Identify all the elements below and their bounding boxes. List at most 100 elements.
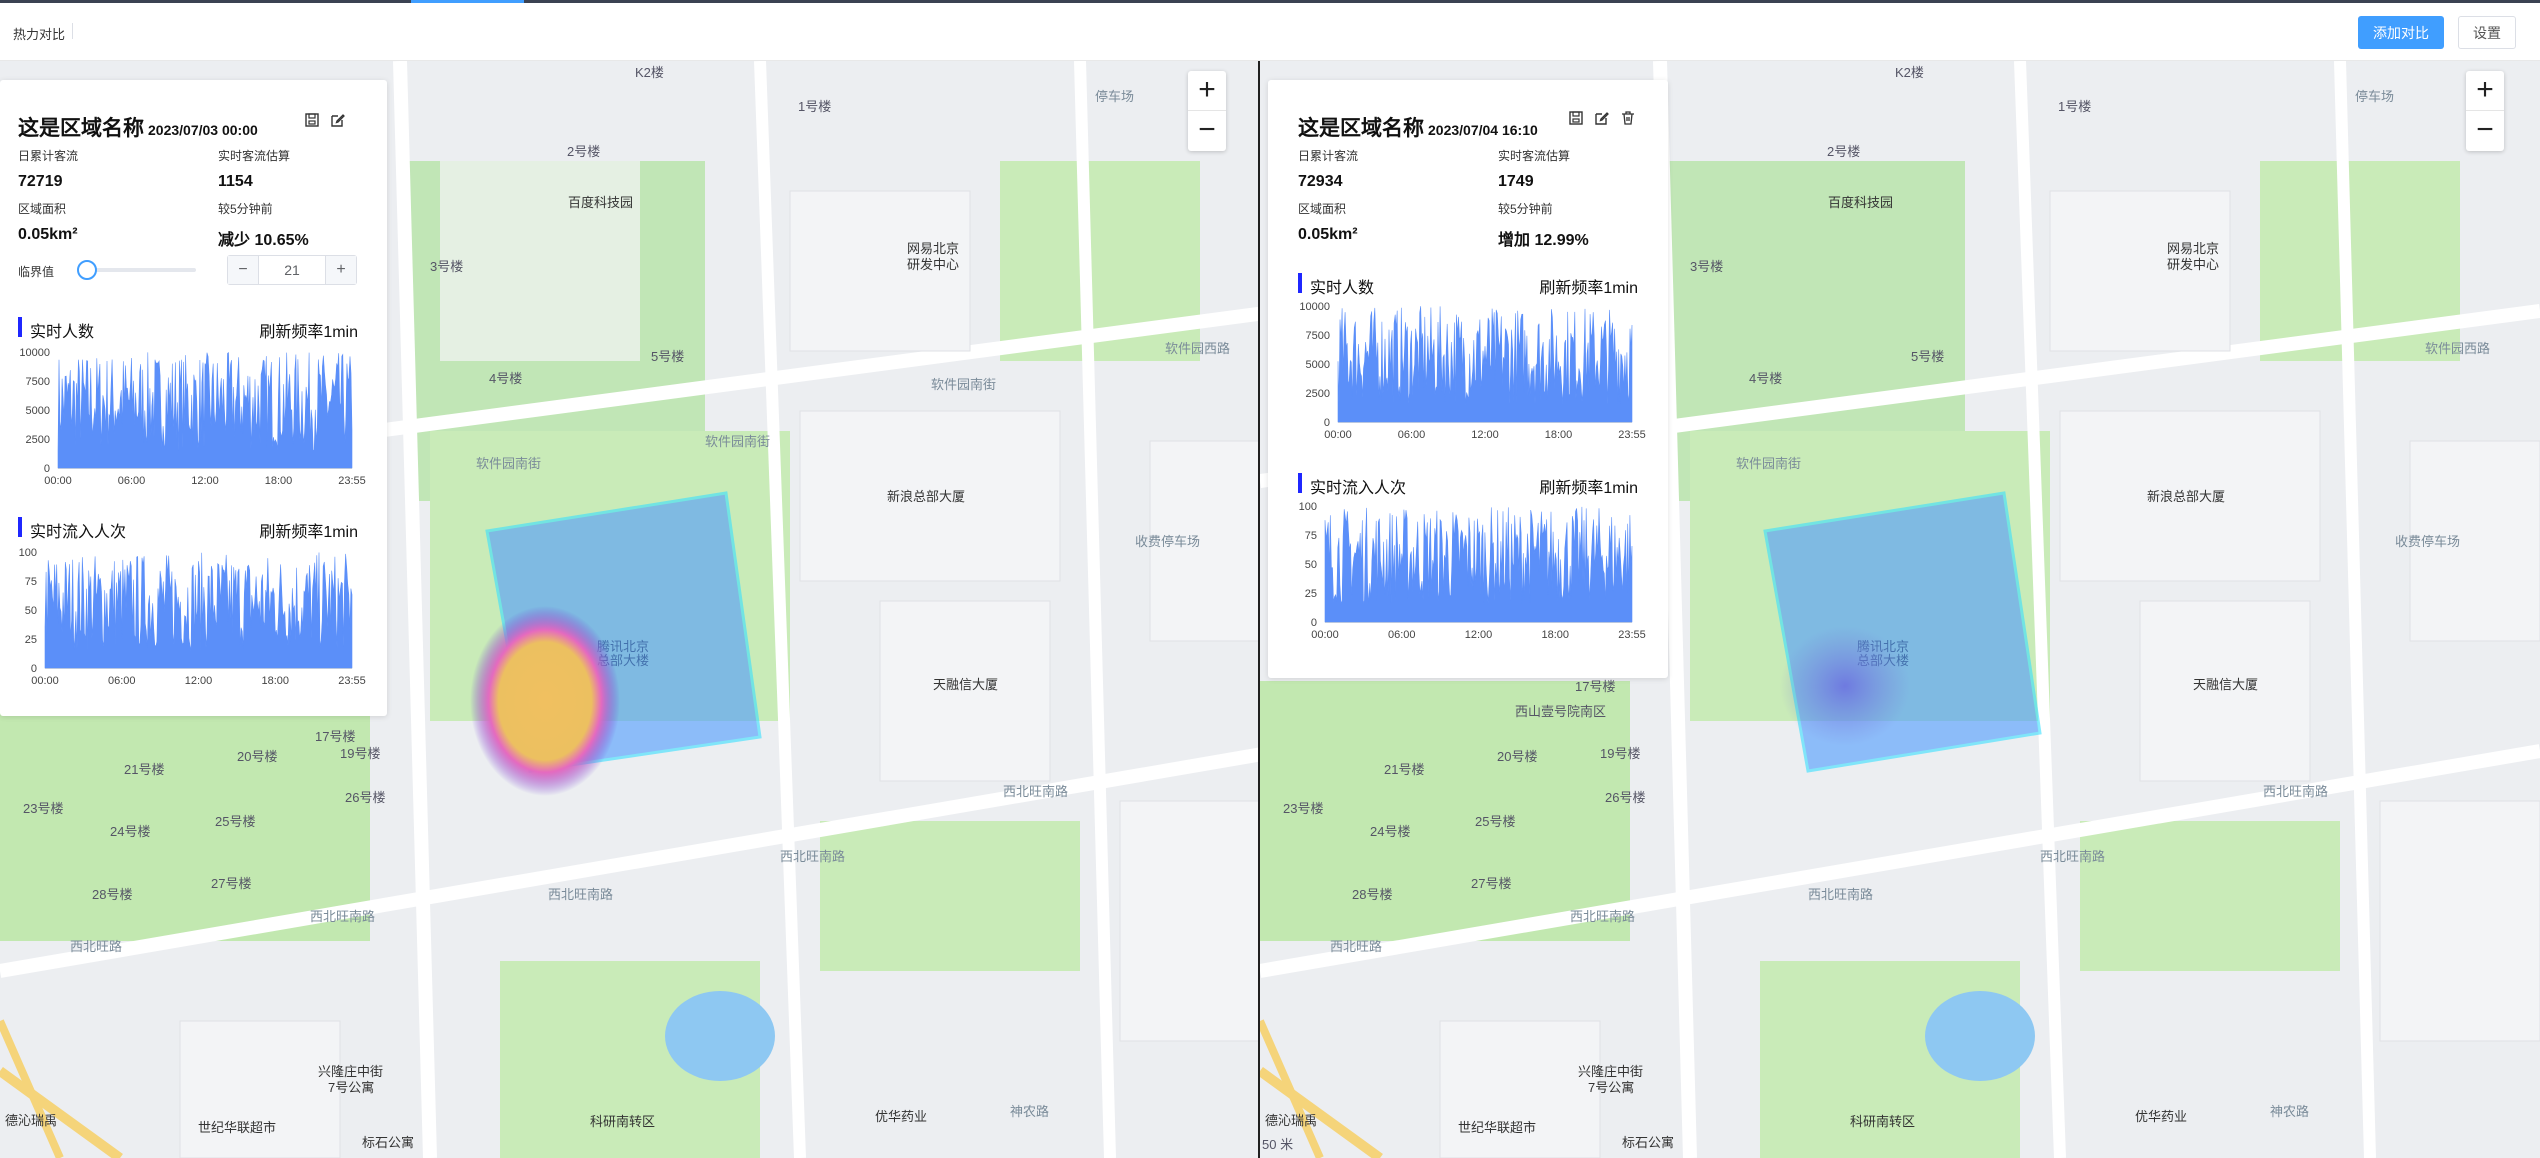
svg-text:17号楼: 17号楼 xyxy=(1575,679,1615,694)
threshold-slider[interactable] xyxy=(77,260,196,280)
y-tick-label: 75 xyxy=(1305,530,1317,542)
svg-text:收费停车场: 收费停车场 xyxy=(2395,534,2460,549)
stat-label: 区域面积 xyxy=(1298,202,1347,216)
stat-label: 较5分钟前 xyxy=(1498,202,1553,216)
delete-icon[interactable] xyxy=(1620,110,1636,126)
svg-text:神农路: 神农路 xyxy=(2270,1104,2309,1119)
svg-text:28号楼: 28号楼 xyxy=(1352,887,1392,902)
svg-text:软件园西路: 软件园西路 xyxy=(2425,341,2490,356)
zoom-out-button[interactable]: − xyxy=(2466,111,2504,151)
edit-icon[interactable] xyxy=(1594,110,1610,126)
save-icon[interactable] xyxy=(304,112,320,128)
map-place-biaoshi: 标石公寓 xyxy=(362,1135,414,1150)
svg-text:26号楼: 26号楼 xyxy=(1605,790,1645,805)
svg-text:20号楼: 20号楼 xyxy=(1497,749,1537,764)
section-title: 实时人数 xyxy=(30,324,95,341)
svg-text:21号楼: 21号楼 xyxy=(1384,762,1424,777)
settings-button[interactable]: 设置 xyxy=(2458,16,2516,49)
y-tick-label: 100 xyxy=(1299,501,1317,513)
x-tick-label: 18:00 xyxy=(1541,629,1569,641)
svg-text:25号楼: 25号楼 xyxy=(1475,814,1515,829)
y-tick-label: 10000 xyxy=(1299,301,1330,313)
svg-text:科研南转区: 科研南转区 xyxy=(1850,1114,1915,1129)
map-label-3: 3号楼 xyxy=(430,259,463,274)
y-tick-label: 0 xyxy=(31,663,37,675)
refresh-rate: 刷新频率1min xyxy=(259,524,358,541)
svg-text:西北旺南路: 西北旺南路 xyxy=(1003,784,1068,799)
y-tick-label: 5000 xyxy=(26,405,50,417)
zoom-in-button[interactable]: + xyxy=(2466,71,2504,111)
map-place-keyan: 科研南转区 xyxy=(590,1114,655,1129)
map-label-28: 28号楼 xyxy=(92,887,132,902)
svg-text:4号楼: 4号楼 xyxy=(1749,371,1782,386)
map-place-netease: 网易北京 xyxy=(907,241,959,256)
svg-text:西山壹号院南区: 西山壹号院南区 xyxy=(1515,704,1606,719)
slider-handle[interactable] xyxy=(77,260,98,280)
svg-text:3号楼: 3号楼 xyxy=(1690,259,1723,274)
series-area xyxy=(1337,306,1633,423)
svg-text:西北旺南路: 西北旺南路 xyxy=(2040,849,2105,864)
y-tick-label: 0 xyxy=(44,463,50,475)
svg-text:西北旺南路: 西北旺南路 xyxy=(548,887,613,902)
y-tick-label: 5000 xyxy=(1306,359,1330,371)
zoom-in-button[interactable]: + xyxy=(1188,71,1226,111)
map-place-deqin: 德沁瑞禹 xyxy=(5,1113,57,1128)
svg-text:软件园南街: 软件园南街 xyxy=(476,456,541,471)
region-date: 2023/07/04 16:10 xyxy=(1428,122,1538,138)
x-tick-label: 12:00 xyxy=(1465,629,1493,641)
map-label-26: 26号楼 xyxy=(345,790,385,805)
x-tick-label: 12:00 xyxy=(191,475,219,487)
section-header: 实时人数 刷新频率1min xyxy=(1298,272,1638,297)
chart-inflow-right: 0 25 50 75 100 00:00 06:00 12:00 18:00 23:55 xyxy=(1299,501,1646,641)
map-scale: 50 米 xyxy=(1262,1137,1293,1152)
x-tick-label: 12:00 xyxy=(1471,429,1499,441)
zoom-out-button[interactable]: − xyxy=(1188,111,1226,151)
map-place-xinglong: 兴隆庄中街 xyxy=(318,1064,383,1079)
svg-text:神农路: 神农路 xyxy=(1010,1104,1049,1119)
svg-text:24号楼: 24号楼 xyxy=(1370,824,1410,839)
svg-text:软件园南街: 软件园南街 xyxy=(1736,456,1801,471)
stat-label: 日累计客流 xyxy=(18,149,79,163)
svg-text:西北旺南路: 西北旺南路 xyxy=(780,849,845,864)
heatmap-blob xyxy=(470,606,620,796)
map-place-sina: 新浪总部大厦 xyxy=(887,489,965,504)
chart-inflow-left: 0 25 50 75 100 00:00 06:00 12:00 18:00 23:55 xyxy=(19,547,366,687)
map-label-27: 27号楼 xyxy=(211,876,251,891)
stat-value: 1154 xyxy=(218,173,253,190)
section-header: 实时流入人次 刷新频率1min xyxy=(1298,472,1638,497)
y-tick-label: 2500 xyxy=(26,434,50,446)
svg-text:K2楼: K2楼 xyxy=(1895,65,1924,80)
map-place-youhua: 优华药业 xyxy=(875,1109,927,1124)
add-compare-button[interactable]: 添加对比 xyxy=(2358,16,2444,49)
map-road-label: 软件园南街 xyxy=(705,434,770,449)
y-tick-label: 7500 xyxy=(26,376,50,388)
decrement-button[interactable]: − xyxy=(228,256,258,284)
region-name: 这是区域名称 2023/07/04 16:10 xyxy=(1298,117,1538,140)
zoom-control-right: + − xyxy=(2466,71,2504,151)
svg-text:西北旺南路: 西北旺南路 xyxy=(1808,887,1873,902)
map-place-tianrongxin: 天融信大厦 xyxy=(933,677,998,692)
svg-text:天融信大厦: 天融信大厦 xyxy=(2193,677,2258,692)
save-icon[interactable] xyxy=(1568,110,1584,126)
svg-text:优华药业: 优华药业 xyxy=(2135,1109,2187,1124)
svg-text:5号楼: 5号楼 xyxy=(1911,349,1944,364)
x-tick-label: 12:00 xyxy=(185,675,213,687)
map-label-20: 20号楼 xyxy=(237,749,277,764)
region-panel-right: 这是区域名称 2023/07/04 16:10 日累计客流 实时客流估算 7293… xyxy=(1268,80,1668,678)
threshold-stepper[interactable]: − 21 + xyxy=(227,255,357,285)
x-tick-label: 23:55 xyxy=(338,475,366,487)
y-tick-label: 25 xyxy=(25,634,37,646)
map-label-21: 21号楼 xyxy=(124,762,164,777)
increment-button[interactable]: + xyxy=(326,256,356,284)
stat-value: 减少 10.65% xyxy=(218,232,309,249)
svg-text:世纪华联超市: 世纪华联超市 xyxy=(1458,1120,1536,1135)
map-label-4: 4号楼 xyxy=(489,371,522,386)
svg-text:兴隆庄中街: 兴隆庄中街 xyxy=(1578,1064,1643,1079)
y-tick-label: 100 xyxy=(19,547,37,559)
chart-people-left: 0 2500 5000 7500 10000 00:00 06:00 12:00 18:00 23… xyxy=(19,347,366,487)
svg-text:7号公寓: 7号公寓 xyxy=(328,1080,374,1095)
stat-value: 增加 12.99% xyxy=(1498,232,1589,249)
edit-icon[interactable] xyxy=(330,112,346,128)
threshold-value[interactable]: 21 xyxy=(258,256,326,284)
svg-text:1号楼: 1号楼 xyxy=(2058,99,2091,114)
